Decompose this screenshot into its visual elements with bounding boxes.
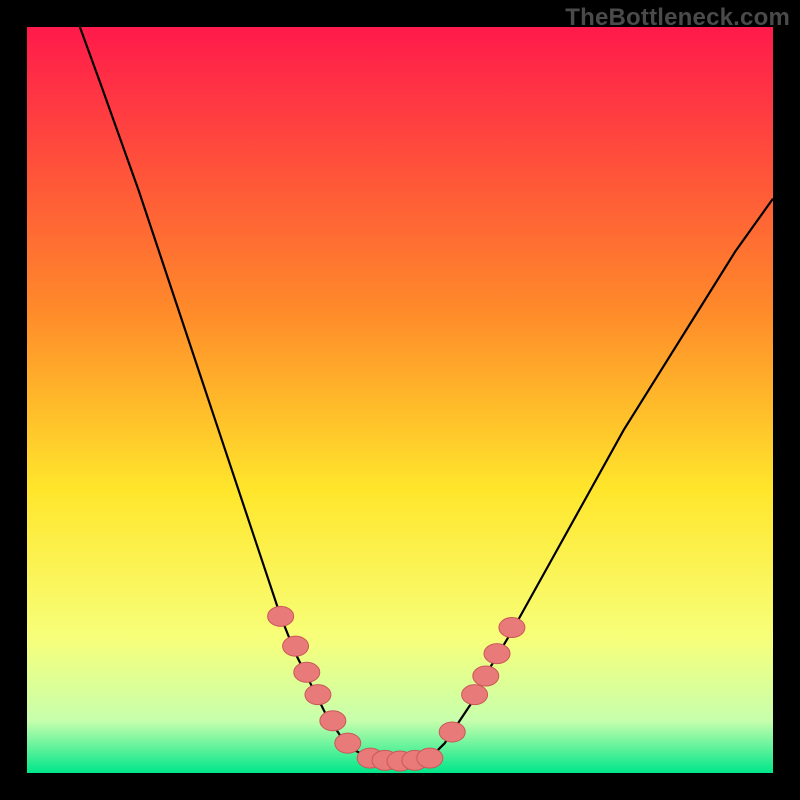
data-marker	[473, 666, 499, 686]
data-marker	[462, 685, 488, 705]
data-marker	[283, 636, 309, 656]
data-marker	[305, 685, 331, 705]
bottleneck-chart	[27, 27, 773, 773]
data-marker	[417, 748, 443, 768]
data-marker	[268, 606, 294, 626]
data-marker	[484, 644, 510, 664]
data-marker	[335, 733, 361, 753]
data-marker	[320, 711, 346, 731]
data-marker	[499, 618, 525, 638]
gradient-background	[27, 27, 773, 773]
watermark-text: TheBottleneck.com	[565, 4, 790, 32]
chart-frame	[27, 27, 773, 773]
data-marker	[294, 662, 320, 682]
data-marker	[439, 722, 465, 742]
